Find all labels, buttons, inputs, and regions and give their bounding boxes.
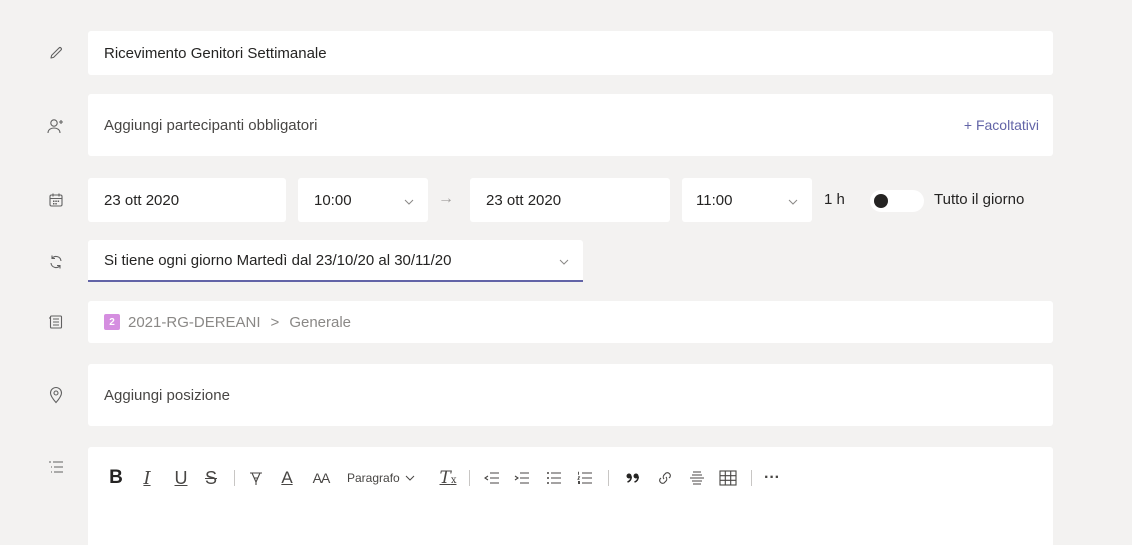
arrow-right-icon: → [438,190,454,207]
bold-button[interactable]: B [104,464,128,492]
optional-attendees-link[interactable]: + Facoltativi [964,117,1039,133]
toolbar-separator [469,470,470,486]
channel-icon [42,308,70,336]
paragraph-dropdown[interactable]: Paragrafo [347,464,423,492]
details-list-icon [42,453,70,481]
font-size-button[interactable]: AA [305,464,337,492]
toolbar-separator [608,470,609,486]
attendees-placeholder: Aggiungi partecipanti obbligatori [104,116,318,134]
outdent-icon[interactable] [478,464,506,492]
strikethrough-button[interactable]: S [196,464,226,492]
add-person-icon [42,112,70,140]
numbered-list-icon[interactable] [570,464,600,492]
channel-field[interactable]: 2 2021-RG-DEREANI > Generale [88,301,1053,343]
chevron-down-icon [404,192,414,208]
underline-button[interactable]: U [166,464,196,492]
calendar-icon [42,186,70,214]
recurrence-text: Si tiene ogni giorno Martedì dal 23/10/2… [104,251,452,269]
start-time-dropdown[interactable]: 10:00 [298,178,428,222]
team-badge: 2 [104,314,120,330]
recurrence-dropdown[interactable]: Si tiene ogni giorno Martedì dal 23/10/2… [88,240,583,282]
all-day-label: Tutto il giorno [934,191,1025,208]
more-options-icon[interactable]: ··· [760,464,784,492]
pencil-icon [42,39,70,67]
end-date-text: 23 ott 2020 [486,191,562,209]
start-date-field[interactable]: 23 ott 2020 [88,178,286,222]
clear-format-x: x [450,475,457,486]
chevron-down-icon [559,252,569,268]
start-date-text: 23 ott 2020 [104,191,180,209]
repeat-icon [42,248,70,276]
chevron-down-icon [405,475,415,481]
font-color-button[interactable]: A [269,464,305,492]
location-placeholder: Aggiungi posizione [104,386,230,404]
chevron-down-icon [788,192,798,208]
toolbar-separator [751,470,752,486]
highlight-icon[interactable] [243,464,269,492]
start-time-text: 10:00 [314,191,352,209]
link-icon[interactable] [649,464,681,492]
bulleted-list-icon[interactable] [538,464,570,492]
title-field[interactable]: Ricevimento Genitori Settimanale [88,31,1053,75]
italic-button[interactable]: I [128,464,166,492]
attendees-field[interactable]: Aggiungi partecipanti obbligatori + Faco… [88,94,1053,156]
indent-icon[interactable] [506,464,538,492]
breadcrumb-separator: > [270,313,280,331]
description-editor[interactable]: B I U S A AA Paragrafo Tx ··· [88,447,1053,545]
location-field[interactable]: Aggiungi posizione [88,364,1053,426]
title-text: Ricevimento Genitori Settimanale [104,44,327,62]
all-day-toggle[interactable] [870,190,924,212]
location-icon [42,381,70,409]
team-name: 2021-RG-DEREANI [128,313,261,331]
end-time-dropdown[interactable]: 11:00 [682,178,812,222]
paragraph-label: Paragrafo [347,471,400,485]
clear-format-t: T [439,468,451,488]
end-date-field[interactable]: 23 ott 2020 [470,178,670,222]
channel-name: Generale [289,313,352,331]
end-time-text: 11:00 [696,191,733,209]
editor-toolbar: B I U S A AA Paragrafo Tx ··· [104,464,784,492]
horizontal-rule-icon[interactable] [681,464,713,492]
duration-label: 1 h [824,191,845,208]
quote-icon[interactable] [617,464,649,492]
clear-format-button[interactable]: Tx [435,464,461,492]
table-icon[interactable] [713,464,743,492]
toggle-knob [874,194,888,208]
toolbar-separator [234,470,235,486]
